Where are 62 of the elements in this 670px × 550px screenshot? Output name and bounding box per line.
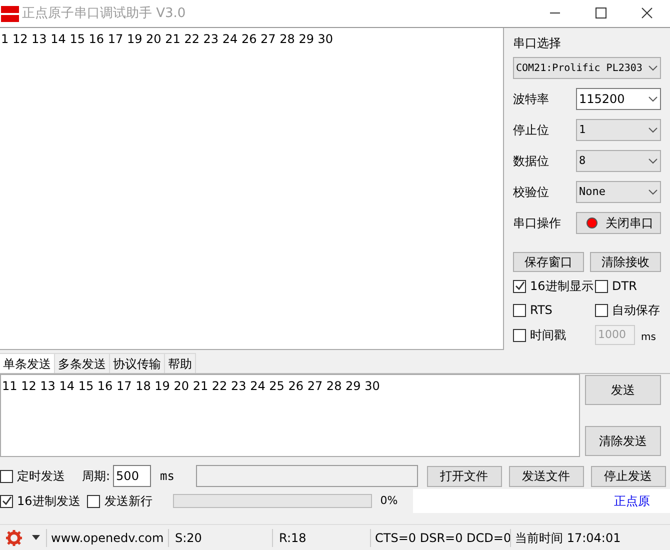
button[interactable]: 清除发送 (585, 426, 661, 456)
checkbox-label: RTS (530, 302, 552, 319)
caret-icon (648, 189, 658, 195)
checkbox-label: 自动保存 (612, 302, 660, 319)
checkbox-label: 16进制发送 (17, 493, 80, 510)
period-label: 周期: (82, 468, 110, 485)
button[interactable]: 发送 (585, 375, 661, 405)
checkbox-label: 16进制显示 (530, 278, 594, 295)
tab[interactable]: 单条发送 (0, 353, 55, 373)
unit-label: ms (160, 468, 174, 485)
file-path-field[interactable] (196, 465, 418, 487)
button[interactable]: 停止发送 (590, 466, 666, 486)
button[interactable]: 清除接收 (590, 252, 661, 272)
button[interactable]: 保存窗口 (513, 252, 584, 272)
gear-icon[interactable] (5, 528, 23, 546)
tab[interactable]: 帮助 (165, 353, 196, 373)
checkbox[interactable] (513, 328, 526, 342)
current-time: 当前时间 17:04:01 (510, 528, 621, 546)
received-count: R:18 (272, 528, 370, 546)
checkbox[interactable] (0, 494, 13, 508)
checkbox[interactable] (87, 494, 100, 508)
website: www.openedv.com (46, 528, 168, 546)
dropdown[interactable]: 115200 (576, 88, 661, 110)
checkbox-label: 定时发送 (17, 468, 65, 485)
tab[interactable]: 多条发送 (55, 353, 110, 373)
checkbox-label: DTR (612, 278, 637, 295)
tab[interactable]: 协议传输 (110, 353, 165, 373)
dropdown[interactable]: 8 (576, 150, 661, 172)
caret-icon (648, 158, 658, 164)
dropdown-arrow-icon[interactable] (32, 535, 40, 540)
checkbox[interactable] (0, 470, 13, 482)
unit-label: ms (641, 331, 656, 345)
port-label: 串口选择 (513, 35, 562, 52)
button[interactable]: 打开文件 (426, 466, 502, 486)
caret-icon (648, 65, 658, 71)
port-dropdown[interactable]: COM21:Prolific PL2303 (513, 57, 661, 79)
checkbox[interactable] (513, 304, 526, 316)
close-port-button[interactable]: 关闭串口 (576, 212, 661, 234)
progress-reading: 0% (380, 492, 398, 509)
dropdown[interactable]: 1 (576, 119, 661, 141)
send-area[interactable]: 11 12 13 14 15 16 17 18 19 20 21 22 23 24 25 26 27 28 29 30 (0, 374, 580, 457)
checkbox-label: 发送新行 (104, 493, 152, 510)
checkbox-label: 时间戳 (530, 327, 566, 344)
caret-icon (648, 96, 658, 102)
window-title: 正点原子串口调试助手 V3.0 (22, 4, 186, 23)
button[interactable]: 发送文件 (508, 466, 584, 486)
sent-count: S:20 (168, 528, 272, 546)
receive-area[interactable]: 1 12 13 14 15 16 17 19 20 21 22 23 24 26 27 28 29 30 (0, 28, 504, 350)
field-label: 数据位 (513, 153, 550, 170)
period-field[interactable]: 500 (113, 465, 152, 487)
link[interactable]: 正点原 (614, 492, 650, 510)
caret-icon (648, 127, 658, 133)
field-label: 校验位 (513, 184, 550, 201)
operation-label: 串口操作 (513, 215, 562, 232)
field-label: 停止位 (513, 122, 550, 139)
checkbox[interactable] (595, 280, 608, 292)
checkbox[interactable] (595, 304, 608, 316)
line-status: CTS=0 DSR=0 DCD=0 (370, 528, 510, 546)
logo-icon (1, 4, 19, 22)
checkbox[interactable] (513, 280, 526, 292)
field-label: 波特率 (513, 91, 550, 108)
dropdown[interactable]: None (576, 181, 661, 203)
